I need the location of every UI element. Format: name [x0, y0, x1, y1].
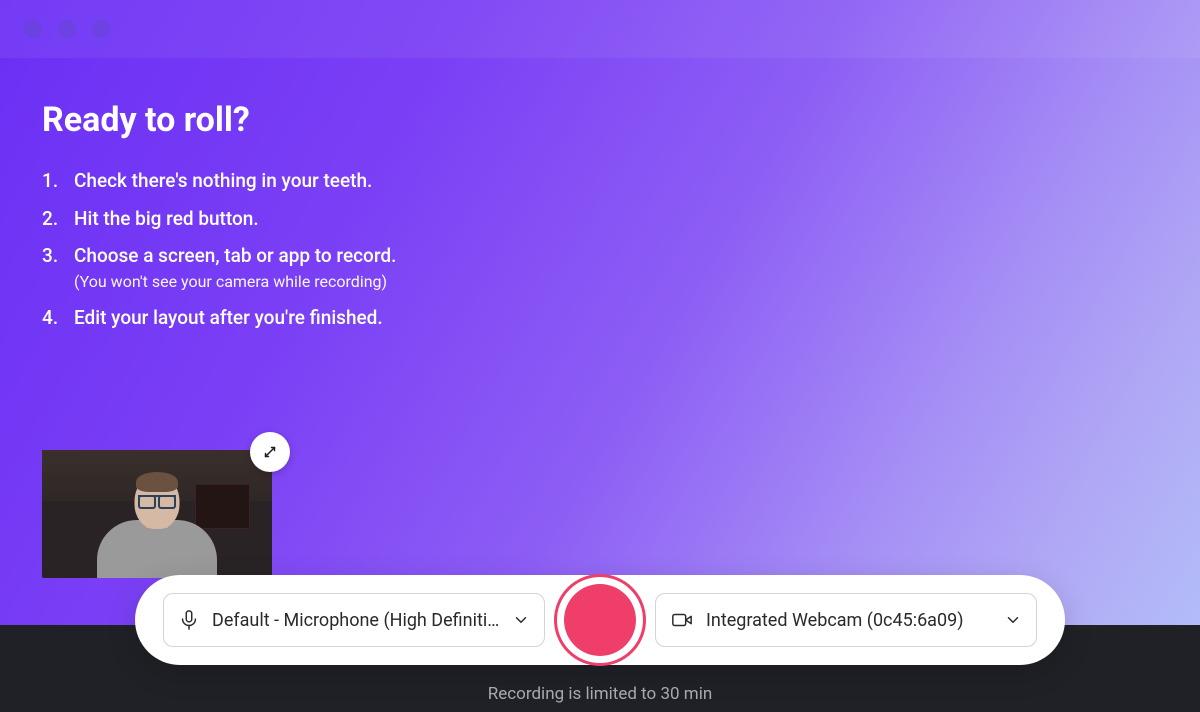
microphone-label: Default - Microphone (High Definitio…: [212, 610, 500, 631]
step-item: Choose a screen, tab or app to record. (…: [42, 243, 396, 292]
step-subtext: (You won't see your camera while recordi…: [74, 271, 396, 293]
chevron-down-icon: [512, 611, 530, 629]
step-text: Hit the big red button.: [74, 207, 259, 230]
step-item: Edit your layout after you're finished.: [42, 305, 396, 331]
webcam-preview[interactable]: [42, 450, 272, 578]
microphone-select[interactable]: Default - Microphone (High Definitio…: [163, 593, 545, 647]
window-titlebar: [0, 0, 1200, 58]
step-text: Edit your layout after you're finished.: [74, 306, 383, 329]
chevron-down-icon: [1004, 611, 1022, 629]
webcam-video-feed: [42, 450, 272, 578]
record-button[interactable]: [560, 580, 640, 660]
step-text: Check there's nothing in your teeth.: [74, 169, 372, 192]
step-item: Hit the big red button.: [42, 206, 396, 232]
step-item: Check there's nothing in your teeth.: [42, 168, 396, 194]
camera-select[interactable]: Integrated Webcam (0c45:6a09): [655, 593, 1037, 647]
app-window: Ready to roll? Check there's nothing in …: [0, 0, 1200, 712]
expand-preview-button[interactable]: [250, 432, 290, 472]
close-window-button[interactable]: [24, 20, 42, 38]
recording-limit-text: Recording is limited to 30 min: [0, 684, 1200, 704]
camera-label: Integrated Webcam (0c45:6a09): [706, 610, 992, 631]
record-button-wrap: [545, 580, 655, 660]
recording-controls: Default - Microphone (High Definitio… In…: [135, 575, 1065, 665]
window-controls: [24, 20, 110, 38]
step-text: Choose a screen, tab or app to record.: [74, 244, 396, 267]
minimize-window-button[interactable]: [58, 20, 76, 38]
page-title: Ready to roll?: [42, 100, 396, 140]
microphone-icon: [178, 609, 200, 631]
expand-icon: [261, 443, 279, 461]
camera-icon: [670, 609, 694, 631]
instructions-panel: Ready to roll? Check there's nothing in …: [42, 100, 396, 342]
steps-list: Check there's nothing in your teeth. Hit…: [42, 168, 396, 330]
maximize-window-button[interactable]: [92, 20, 110, 38]
